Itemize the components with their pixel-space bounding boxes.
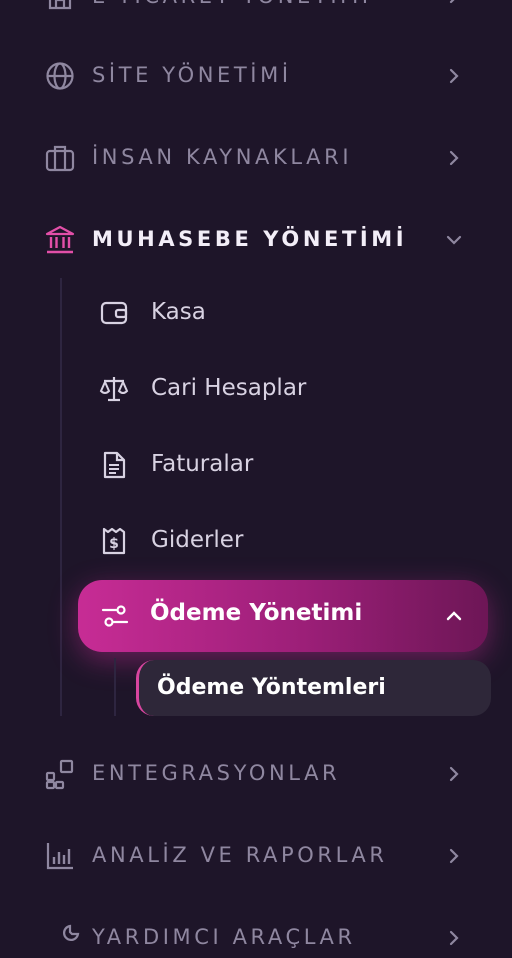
receipt-icon: $ — [102, 527, 126, 555]
nav-item-cari-hesaplar[interactable]: Cari Hesaplar — [0, 370, 512, 410]
nav-section-hr[interactable]: İNSAN KAYNAKLARI — [0, 138, 512, 178]
nav-item-label: Giderler — [151, 527, 244, 553]
nav-item-label: Cari Hesaplar — [151, 375, 307, 401]
nav-section-analytics[interactable]: ANALİZ VE RAPORLAR — [0, 836, 512, 876]
tree-guide-line — [114, 658, 116, 716]
nav-section-label: E-TİCARET YÖNETİMİ — [92, 0, 372, 8]
chevron-right-icon — [449, 848, 459, 864]
chevron-right-icon — [449, 766, 459, 782]
nav-item-label: Kasa — [151, 299, 206, 325]
nav-section-site[interactable]: SİTE YÖNETİMİ — [0, 56, 512, 96]
nav-section-accounting[interactable]: MUHASEBE YÖNETİMİ — [0, 220, 512, 260]
briefcase-icon — [45, 145, 75, 172]
nav-section-label: İNSAN KAYNAKLARI — [92, 145, 353, 169]
bank-icon — [45, 225, 75, 254]
bar-chart-icon — [46, 843, 73, 870]
chevron-right-icon — [449, 930, 459, 946]
sliders-icon — [101, 605, 129, 627]
puzzle-icon — [45, 759, 74, 790]
chevron-down-icon — [446, 235, 462, 245]
nav-item-kasa[interactable]: Kasa — [0, 294, 512, 334]
nav-subitem-label: Ödeme Yöntemleri — [157, 675, 386, 700]
scale-icon — [99, 377, 129, 402]
chevron-up-icon[interactable] — [444, 606, 464, 626]
nav-item-giderler[interactable]: $ Giderler — [0, 522, 512, 562]
nav-section-label: YARDIMCI ARAÇLAR — [92, 925, 356, 949]
svg-text:$: $ — [109, 536, 119, 552]
nav-item-label: Ödeme Yönetimi — [150, 600, 363, 626]
nav-section-label: ENTEGRASYONLAR — [92, 761, 341, 785]
nav-section-label: SİTE YÖNETİMİ — [92, 63, 292, 87]
chevron-right-icon — [449, 0, 455, 4]
nav-subitem-odeme-yontemleri[interactable]: Ödeme Yöntemleri — [136, 660, 491, 716]
wallet-icon — [100, 301, 128, 325]
nav-item-faturalar[interactable]: Faturalar — [0, 446, 512, 486]
tools-icon — [63, 924, 80, 941]
nav-section-integrations[interactable]: ENTEGRASYONLAR — [0, 754, 512, 794]
nav-section-label: ANALİZ VE RAPORLAR — [92, 843, 388, 867]
nav-section-tools[interactable]: YARDIMCI ARAÇLAR — [0, 918, 512, 958]
tree-guide-line — [60, 278, 62, 716]
nav-section-label: MUHASEBE YÖNETİMİ — [92, 227, 408, 251]
nav-item-label: Faturalar — [151, 451, 254, 477]
store-icon — [48, 0, 72, 10]
document-icon — [103, 451, 126, 479]
globe-icon — [46, 62, 74, 90]
nav-item-odeme-yonetimi[interactable]: Ödeme Yönetimi — [78, 580, 488, 652]
chevron-right-icon — [449, 68, 459, 84]
nav-section-ecommerce[interactable]: E-TİCARET YÖNETİMİ — [0, 0, 512, 18]
chevron-right-icon — [449, 150, 459, 166]
